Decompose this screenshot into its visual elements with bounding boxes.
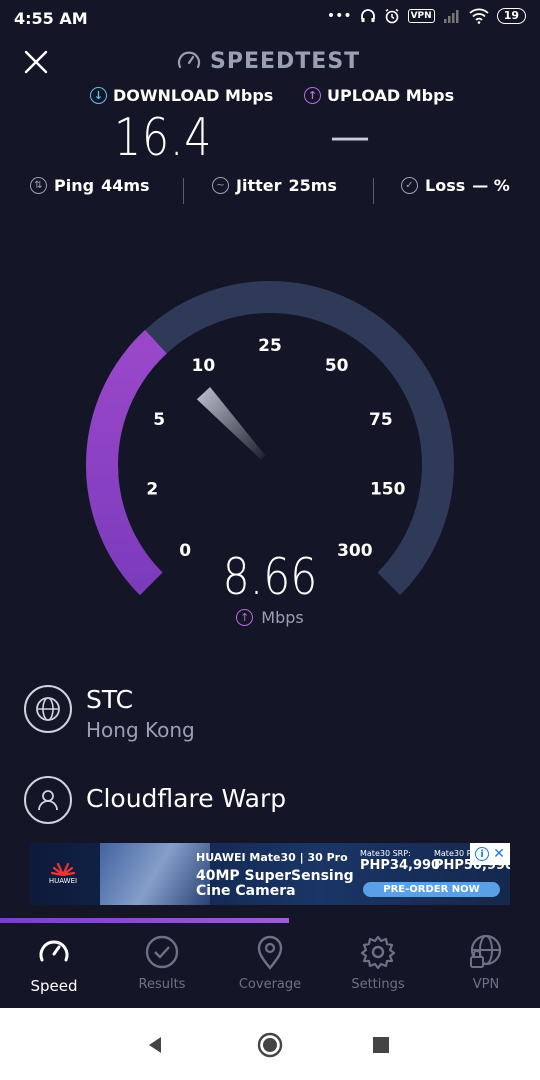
status-time: 4:55 AM [14,9,88,28]
ad-tagline-line2: Cine Camera [196,883,296,899]
globe-icon [24,685,72,733]
vpn-icon: VPN [407,9,435,23]
ad-banner[interactable]: HUAWEI HUAWEI Mate30 | 30 Pro 40MP Super… [30,843,510,905]
upload-label-text: UPLOAD Mbps [327,86,455,105]
jitter-metric: ~ Jitter 25ms [212,176,337,195]
ad-tagline-line1: 40MP SuperSensing [196,868,354,884]
close-button[interactable] [22,48,50,76]
ad-price1: PHP34,990 [360,858,441,873]
nav-home-button[interactable] [255,1030,285,1060]
tab-coverage[interactable]: Coverage [216,933,324,992]
tab-settings[interactable]: Settings [324,933,432,992]
ad-info-icon[interactable]: i [475,847,490,861]
download-label-text: DOWNLOAD Mbps [113,86,274,105]
current-speed-unit: ↑ Mbps [0,608,540,627]
metric-divider [373,178,374,204]
ping-icon: ⇅ [30,177,47,194]
tab-results[interactable]: Results [108,933,216,992]
gauge-tick-label: 50 [325,356,349,376]
server-name: Cloudflare Warp [86,784,287,813]
ad-brand: HUAWEI [48,877,78,885]
tab-settings-label: Settings [351,977,405,992]
ping-label: Ping [54,176,95,195]
gauge-tick-label: 5 [153,410,165,430]
isp-name: STC [86,685,134,714]
download-value: 16.4 [114,108,213,168]
ad-close-icon[interactable]: ✕ [493,846,505,862]
ad-price1-label: Mate30 SRP: [360,849,411,858]
download-label: ↓ DOWNLOAD Mbps [90,86,273,105]
tab-results-label: Results [138,977,186,992]
loss-value: — % [472,176,510,195]
gauge-needle [196,386,266,460]
gauge-tick-label: 75 [369,410,393,430]
loss-label: Loss [425,176,466,195]
ad-phone-image [100,843,210,905]
ping-value: 44ms [101,176,150,195]
current-speed-value: 8.66 [222,548,318,606]
gauge-tick-label: 25 [258,336,282,356]
map-pin-icon [257,935,283,970]
huawei-flower-icon [50,862,76,877]
speedometer-icon [39,940,69,962]
ad-price-mate30: Mate30 SRP: PHP34,990 [360,849,440,873]
tab-speed[interactable]: Speed [0,933,108,995]
ad-controls: i ✕ [470,843,510,865]
jitter-value: 25ms [288,176,337,195]
headphones-icon [360,8,376,24]
app-title: SPEEDTEST [210,48,361,74]
recents-square-icon [373,1037,389,1053]
jitter-icon: ~ [212,177,229,194]
user-icon [24,776,72,824]
more-dots-icon: ••• [326,8,352,24]
ad-preorder-button[interactable]: PRE-ORDER NOW [363,882,500,897]
back-triangle-icon [149,1037,161,1053]
status-bar: 4:55 AM ••• VPN 19 [0,0,540,38]
tab-vpn-label: VPN [472,977,500,992]
jitter-label: Jitter [236,176,282,195]
signal-icon [443,9,461,23]
huawei-logo: HUAWEI [40,861,86,887]
ad-tagline: 40MP SuperSensing Cine Camera [196,869,354,899]
gauge-tick-label: 150 [370,479,406,499]
home-circle-icon [257,1032,283,1058]
metric-divider [183,178,184,204]
loss-icon: ✓ [401,177,418,194]
speedometer-logo-icon [177,51,201,69]
isp-location: Hong Kong [86,718,195,742]
nav-recents-button[interactable] [366,1030,396,1060]
close-icon [24,50,48,74]
metrics-row: ⇅ Ping 44ms ~ Jitter 25ms ✓ Loss — % [0,176,540,206]
upload-value: — [330,114,370,160]
speed-unit-label: Mbps [261,608,304,627]
check-circle-icon [145,935,179,969]
battery-icon: 19 [496,8,526,24]
gauge-tick-label: 10 [191,356,215,376]
server-info[interactable]: Cloudflare Warp [24,776,286,824]
gear-icon [360,935,396,970]
tab-vpn[interactable]: VPN [432,933,540,992]
status-icons: ••• VPN 19 [327,8,526,24]
tab-coverage-label: Coverage [238,977,302,992]
system-nav-bar [0,1008,540,1080]
ad-headline: HUAWEI Mate30 | 30 Pro [196,851,348,864]
ping-metric: ⇅ Ping 44ms [30,176,150,195]
gauge-tick-label: 2 [146,479,158,499]
wifi-icon [469,8,489,24]
nav-back-button[interactable] [140,1030,170,1060]
app-brand: SPEEDTEST [176,48,360,74]
loss-metric: ✓ Loss — % [401,176,510,195]
upload-arrow-icon: ↑ [304,87,321,104]
tab-speed-label: Speed [30,977,78,995]
globe-lock-icon [470,934,502,968]
upload-arrow-icon: ↑ [236,609,254,626]
upload-label: ↑ UPLOAD Mbps [304,86,454,105]
alarm-icon [384,8,400,24]
isp-info[interactable]: STC Hong Kong [24,685,195,742]
bottom-tab-bar: Speed Results Coverage Settings VPN [0,923,540,1008]
download-arrow-icon: ↓ [90,87,107,104]
